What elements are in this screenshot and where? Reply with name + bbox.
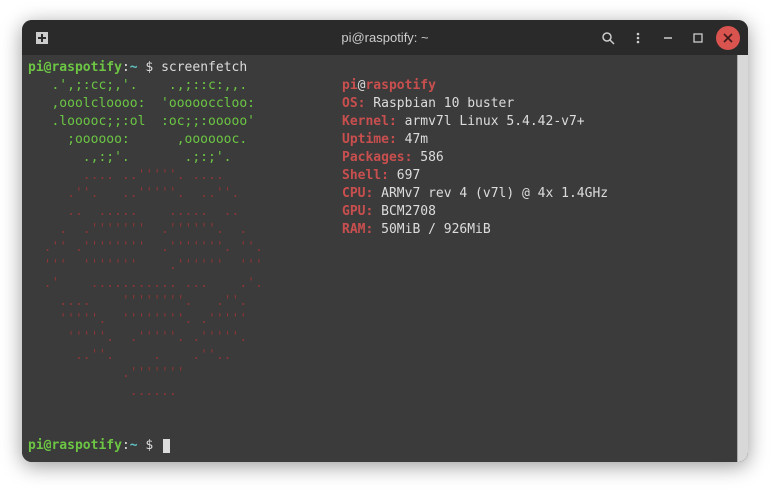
prompt-line-2: pi@raspotify:~ $ — [28, 437, 170, 455]
uptime-value: 47m — [397, 132, 428, 147]
gpu-label: GPU: — [342, 204, 373, 219]
info-host: raspotify — [365, 78, 435, 93]
close-button[interactable] — [716, 26, 740, 50]
cpu-value: ARMv7 rev 4 (v7l) @ 4x 1.4GHz — [373, 186, 608, 201]
kernel-label: Kernel: — [342, 114, 397, 129]
minimize-button[interactable] — [656, 26, 680, 50]
terminal-area: pi@raspotify:~ $ screenfetch .',;:cc;,'.… — [22, 55, 748, 462]
shell-label: Shell: — [342, 168, 389, 183]
search-icon[interactable] — [596, 26, 620, 50]
ascii-art: .',;:cc;,'. .,;::c:,,. ,ooolcloooo: 'ooo… — [28, 77, 271, 401]
prompt-line-1: pi@raspotify:~ $ screenfetch — [28, 59, 247, 77]
cpu-label: CPU: — [342, 186, 373, 201]
maximize-button[interactable] — [686, 26, 710, 50]
command-text: screenfetch — [161, 60, 247, 75]
ram-value: 50MiB / 926MiB — [373, 222, 490, 237]
shell-value: 697 — [389, 168, 420, 183]
terminal-window: pi@raspotify: ~ pi@raspotify:~ $ screenf… — [22, 20, 748, 462]
prompt-host: raspotify — [51, 60, 121, 75]
new-tab-icon[interactable] — [30, 26, 54, 50]
cursor — [163, 439, 170, 453]
prompt-path: ~ — [130, 60, 138, 75]
packages-label: Packages: — [342, 150, 412, 165]
os-value: Raspbian 10 buster — [365, 96, 514, 111]
prompt-user: pi — [28, 60, 44, 75]
info-user: pi — [342, 78, 358, 93]
ram-label: RAM: — [342, 222, 373, 237]
os-label: OS: — [342, 96, 365, 111]
kernel-value: armv7l Linux 5.4.42-v7+ — [397, 114, 585, 129]
titlebar: pi@raspotify: ~ — [22, 20, 748, 55]
uptime-label: Uptime: — [342, 132, 397, 147]
system-info: pi@raspotifyOS: Raspbian 10 busterKernel… — [342, 77, 608, 239]
packages-value: 586 — [412, 150, 443, 165]
terminal-content[interactable]: pi@raspotify:~ $ screenfetch .',;:cc;,'.… — [22, 55, 737, 462]
scrollbar[interactable] — [737, 55, 748, 462]
gpu-value: BCM2708 — [373, 204, 436, 219]
menu-icon[interactable] — [626, 26, 650, 50]
